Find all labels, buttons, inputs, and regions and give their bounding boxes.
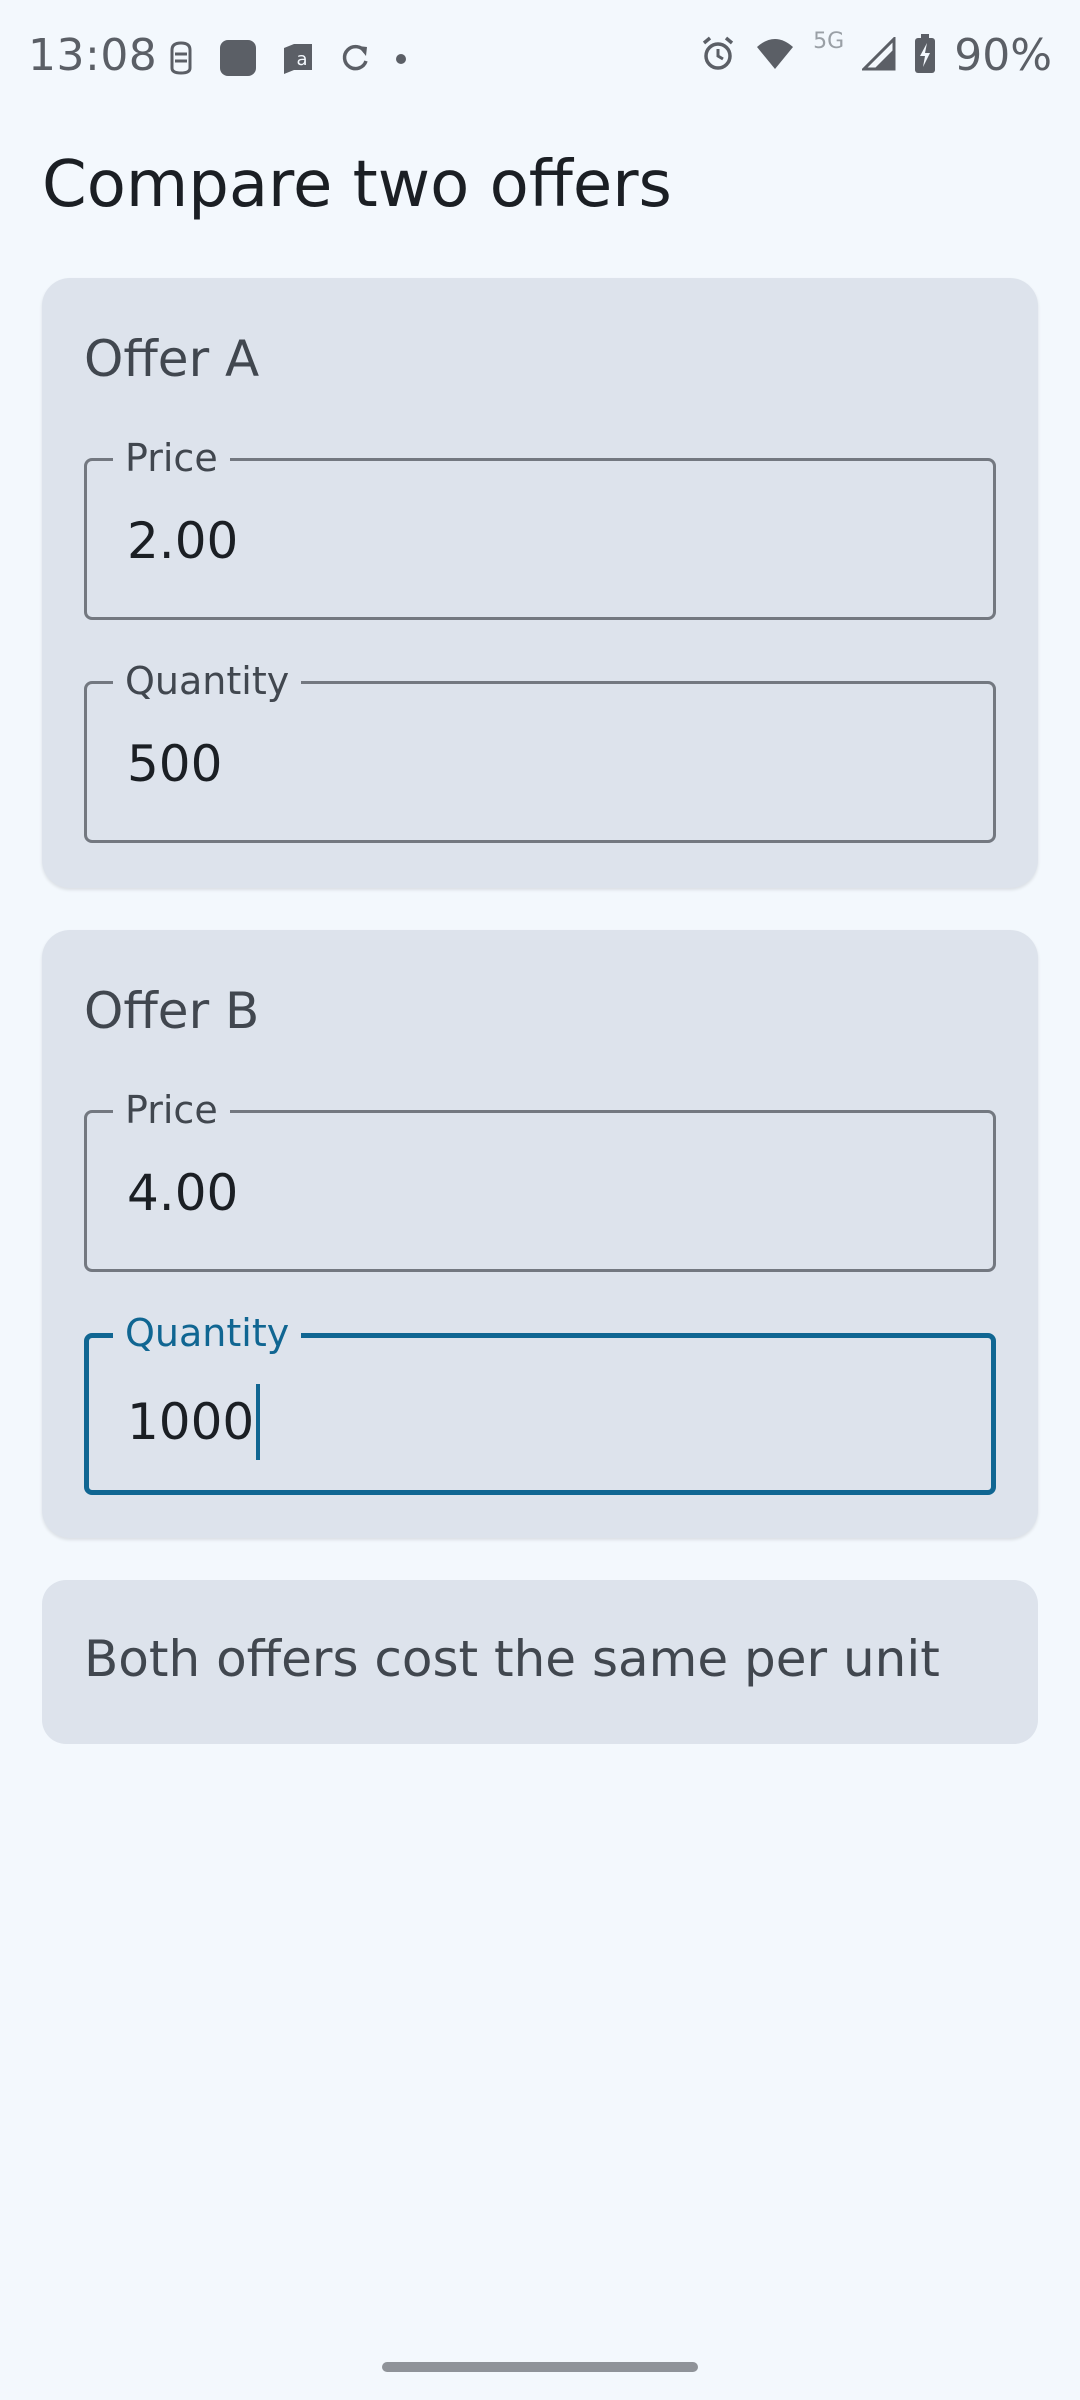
- amazon-icon: a: [280, 40, 316, 80]
- app-square-icon: [218, 38, 258, 82]
- offer-b-quantity-value: 1000: [127, 1393, 255, 1451]
- battery-percent: 90%: [954, 30, 1052, 81]
- offer-a-price-field[interactable]: Price 2.00: [84, 434, 996, 620]
- status-bar: 13:08 a 5G 90%: [0, 0, 1080, 120]
- notification-icon: [166, 40, 196, 80]
- result-text: Both offers cost the same per unit: [84, 1630, 940, 1688]
- page-title: Compare two offers: [42, 148, 672, 222]
- signal-icon: [860, 34, 896, 75]
- svg-text:a: a: [296, 49, 307, 70]
- dot-icon: [394, 51, 408, 70]
- wifi-icon: [755, 37, 795, 75]
- status-time: 13:08: [28, 30, 158, 81]
- offer-a-title: Offer A: [84, 330, 260, 388]
- status-left-icons: a: [166, 38, 408, 82]
- offer-b-card: Offer B Price 4.00 Quantity 1000: [42, 930, 1038, 1538]
- network-type: 5G: [813, 29, 845, 54]
- offer-a-card: Offer A Price 2.00 Quantity 500: [42, 278, 1038, 888]
- offer-b-price-label: Price: [113, 1086, 230, 1134]
- battery-charging-icon: [914, 33, 936, 78]
- offer-b-quantity-label: Quantity: [113, 1309, 302, 1357]
- offer-b-quantity-field[interactable]: Quantity 1000: [84, 1309, 996, 1495]
- sync-icon: [338, 41, 372, 79]
- status-right-icons: 5G 90%: [699, 29, 1052, 81]
- offer-a-price-label: Price: [113, 434, 230, 482]
- offer-b-price-field[interactable]: Price 4.00: [84, 1086, 996, 1272]
- offer-a-price-value: 2.00: [127, 512, 239, 570]
- offer-b-title: Offer B: [84, 982, 260, 1040]
- offer-b-quantity-value-wrap: 1000: [127, 1384, 261, 1460]
- alarm-icon: [699, 35, 737, 77]
- offer-a-quantity-field[interactable]: Quantity 500: [84, 657, 996, 843]
- text-cursor: [256, 1384, 261, 1460]
- result-card: Both offers cost the same per unit: [42, 1580, 1038, 1744]
- offer-a-quantity-value: 500: [127, 735, 223, 793]
- gesture-nav-handle[interactable]: [382, 2362, 698, 2372]
- offer-b-price-value: 4.00: [127, 1164, 239, 1222]
- offer-a-quantity-label: Quantity: [113, 657, 302, 705]
